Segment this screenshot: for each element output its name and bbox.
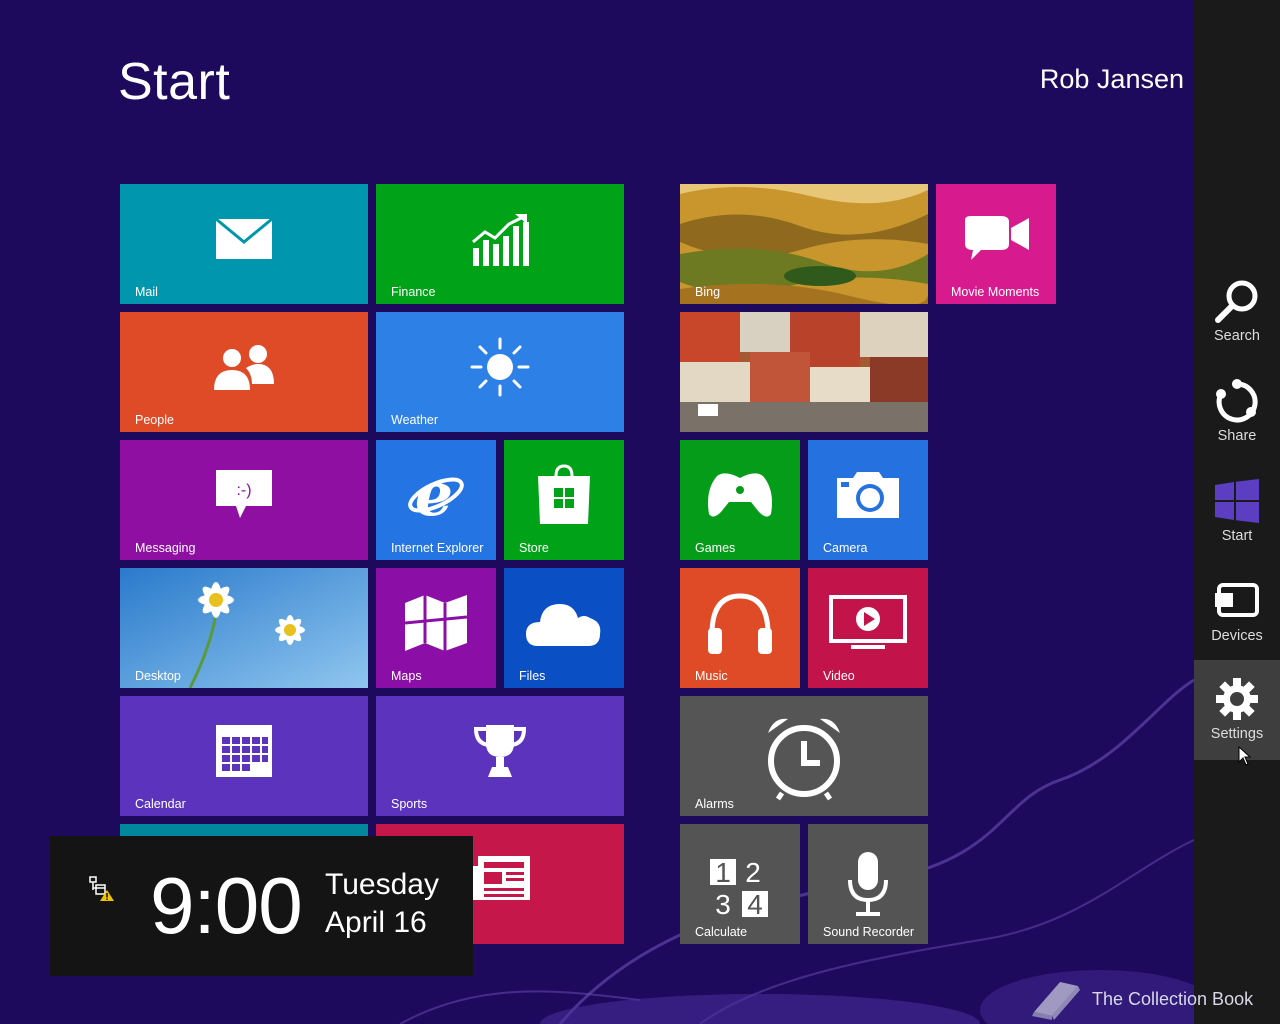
- people-icon: [214, 345, 274, 390]
- watermark: The Collection Book: [1030, 976, 1270, 1020]
- video-play-icon: [829, 595, 907, 649]
- tile-games[interactable]: Games: [680, 440, 800, 560]
- tile-finance[interactable]: Finance: [376, 184, 624, 304]
- tile-label: Camera: [823, 541, 868, 555]
- charms-bar: Search Share Start Devices Settings: [1194, 0, 1280, 1024]
- tile-movie-moments[interactable]: Movie Moments: [936, 184, 1056, 304]
- calculator-icon: 1 2 3 4: [710, 857, 768, 919]
- tile-alarms[interactable]: Alarms: [680, 696, 928, 816]
- tile-label: Mail: [135, 285, 158, 299]
- tile-internet-explorer[interactable]: e Internet Explorer: [376, 440, 496, 560]
- headphones-icon: [708, 593, 772, 654]
- tile-weather[interactable]: Weather: [376, 312, 624, 432]
- clock-day: Tuesday: [325, 868, 439, 901]
- tile-label: Sound Recorder: [823, 925, 915, 939]
- cloud-icon: [526, 604, 601, 646]
- tile-label: Bing: [695, 285, 721, 299]
- svg-text::-): :-): [236, 482, 251, 499]
- user-name[interactable]: Rob Jansen: [1040, 64, 1184, 95]
- tile-label: Sports: [391, 797, 428, 811]
- calendar-icon: [216, 725, 272, 777]
- charm-devices[interactable]: Devices: [1194, 562, 1280, 662]
- finance-chart-icon: [472, 214, 529, 266]
- news-icon: [472, 856, 530, 900]
- calc-digit: 3: [715, 889, 731, 919]
- charm-label: Devices: [1211, 628, 1263, 644]
- tile-bing[interactable]: Bing: [680, 184, 928, 304]
- tile-mail[interactable]: Mail: [120, 184, 368, 304]
- tile-label: Store: [519, 541, 549, 555]
- microphone-icon: [848, 852, 888, 916]
- tile-label: Games: [695, 541, 736, 555]
- sun-icon: [470, 337, 530, 397]
- calc-digit: 1: [715, 857, 731, 888]
- clock-date: April 16: [325, 906, 427, 939]
- charm-label: Share: [1217, 428, 1257, 444]
- map-icon: [405, 595, 467, 651]
- tile-store[interactable]: Store: [504, 440, 624, 560]
- ie-logo-icon: e: [408, 465, 464, 525]
- tile-label: Music: [695, 669, 728, 683]
- charm-label: Start: [1221, 528, 1253, 544]
- clock-time: 9:00: [150, 861, 303, 950]
- lock-clock-overlay: 9:00 Tuesday April 16: [50, 836, 473, 976]
- tile-messaging[interactable]: :-) Messaging: [120, 440, 368, 560]
- tile-calculate[interactable]: 1 2 3 4 Calculate: [680, 824, 800, 944]
- charm-search[interactable]: Search: [1194, 262, 1280, 362]
- watermark-text: The Collection Book: [1092, 989, 1254, 1009]
- trophy-icon: [473, 725, 527, 777]
- tile-label: Maps: [391, 669, 422, 683]
- windows-logo-icon: [1215, 479, 1259, 523]
- charm-label: Settings: [1210, 726, 1264, 742]
- network-warning-icon: [89, 876, 114, 901]
- svg-text:e: e: [415, 465, 453, 525]
- tile-people[interactable]: People: [120, 312, 368, 432]
- message-bubble-icon: :-): [216, 470, 272, 518]
- tile-sound-recorder[interactable]: Sound Recorder: [808, 824, 928, 944]
- xbox-controller-icon: [708, 473, 772, 517]
- devices-icon: [1215, 583, 1259, 617]
- page-title: Start: [118, 53, 231, 111]
- book-icon: [1032, 982, 1080, 1020]
- charm-settings[interactable]: Settings: [1194, 660, 1280, 760]
- store-bag-icon: [538, 464, 590, 524]
- photo-city-image: [680, 312, 928, 432]
- movie-camera-icon: [965, 216, 1029, 260]
- mouse-cursor: [1238, 746, 1252, 766]
- tile-label: Calendar: [135, 797, 186, 811]
- tile-maps[interactable]: Maps: [376, 568, 496, 688]
- camera-icon: [837, 472, 899, 518]
- charm-label: Search: [1214, 328, 1260, 344]
- tile-label: Finance: [391, 285, 436, 299]
- tile-photos-live[interactable]: [680, 312, 928, 432]
- gear-icon: [1216, 678, 1258, 720]
- mail-icon: [215, 218, 273, 259]
- search-icon: [1215, 280, 1258, 323]
- charm-start[interactable]: Start: [1194, 462, 1280, 562]
- tile-label: Video: [823, 669, 855, 683]
- share-icon: [1216, 379, 1258, 423]
- calc-digit: 4: [747, 889, 763, 919]
- tile-camera[interactable]: Camera: [808, 440, 928, 560]
- tile-label: Internet Explorer: [391, 541, 484, 555]
- tile-desktop[interactable]: Desktop: [120, 568, 368, 688]
- tile-calendar[interactable]: Calendar: [120, 696, 368, 816]
- calc-digit: 2: [745, 857, 761, 888]
- tile-files[interactable]: Files: [504, 568, 624, 688]
- tile-video[interactable]: Video: [808, 568, 928, 688]
- tile-label: Desktop: [135, 669, 181, 683]
- tile-label: Files: [519, 669, 546, 683]
- tile-label: Weather: [391, 413, 439, 427]
- charm-share[interactable]: Share: [1194, 362, 1280, 462]
- tile-sports[interactable]: Sports: [376, 696, 624, 816]
- tile-label: Movie Moments: [951, 285, 1040, 299]
- alarm-clock-icon: [768, 718, 840, 801]
- tile-label: People: [135, 413, 174, 427]
- tile-label: Calculate: [695, 925, 748, 939]
- tile-label: Messaging: [135, 541, 196, 555]
- tile-music[interactable]: Music: [680, 568, 800, 688]
- tile-label: Alarms: [695, 797, 734, 811]
